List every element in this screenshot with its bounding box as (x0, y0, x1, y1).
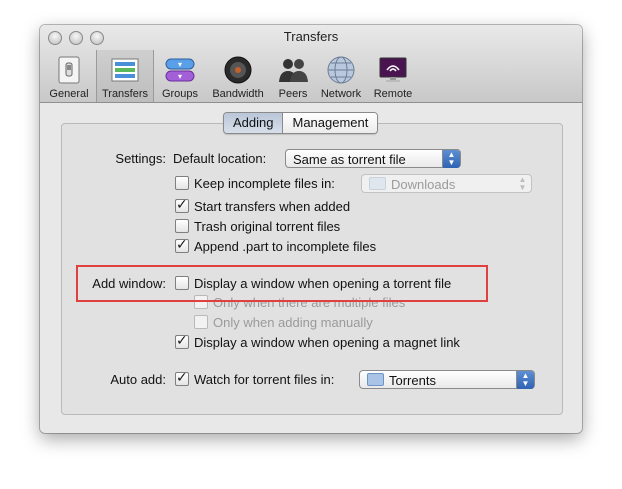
remote-monitor-icon (379, 57, 407, 82)
watch-row[interactable]: Watch for torrent files in: (175, 369, 334, 388)
toolbar-item-groups[interactable]: ▾ ▾ Groups (156, 50, 204, 102)
watch-checkbox[interactable] (175, 369, 189, 386)
tab-control: Adding Management (223, 112, 379, 134)
append-part-checkbox[interactable] (175, 236, 189, 253)
bandwidth-speaker-icon (224, 56, 252, 84)
append-part-row[interactable]: Append .part to incomplete files (175, 236, 376, 255)
settings-label: Settings: (115, 151, 166, 166)
trash-original-row[interactable]: Trash original torrent files (175, 219, 340, 235)
toolbar-item-network[interactable]: Network (316, 50, 366, 102)
only-manual-checkbox (194, 315, 208, 329)
keep-incomplete-checkbox[interactable] (175, 176, 189, 190)
preferences-window: Transfers General Transfers ▾ ▾ Groups B… (40, 25, 582, 433)
trash-original-checkbox[interactable] (175, 219, 189, 233)
groups-pills-icon: ▾ ▾ (165, 58, 195, 82)
keep-incomplete-row[interactable]: Keep incomplete files in: (175, 176, 335, 192)
start-transfers-checkbox[interactable] (175, 196, 189, 213)
window-title: Transfers (283, 29, 339, 44)
toolbar-item-bandwidth[interactable]: Bandwidth (206, 50, 270, 102)
popup-arrows-icon: ▲ ▼ (518, 175, 527, 192)
svg-text:▾: ▾ (178, 60, 182, 69)
general-switch-icon (58, 56, 80, 84)
popup-arrows-icon: ▲ ▼ (516, 371, 534, 389)
only-manual-row: Only when adding manually (194, 315, 373, 331)
popup-arrows-icon: ▲ ▼ (442, 150, 460, 168)
toolbar-item-general[interactable]: General (46, 50, 92, 102)
network-globe-icon (327, 56, 355, 84)
watch-folder-popup[interactable]: Torrents ▲ ▼ (359, 370, 535, 389)
magnet-row[interactable]: Display a window when opening a magnet l… (175, 332, 460, 351)
title-bar: Transfers General Transfers ▾ ▾ Groups B… (40, 25, 582, 103)
folder-icon (369, 177, 386, 190)
magnet-checkbox[interactable] (175, 332, 189, 349)
svg-text:▾: ▾ (178, 72, 182, 81)
start-transfers-row[interactable]: Start transfers when added (175, 196, 350, 215)
auto-add-label: Auto add: (110, 372, 166, 387)
folder-icon (367, 373, 384, 386)
peers-people-icon (279, 59, 308, 82)
incomplete-folder-popup: Downloads ▲ ▼ (361, 174, 532, 193)
toolbar-item-peers[interactable]: Peers (271, 50, 315, 102)
transfers-list-icon (111, 58, 139, 82)
tab-adding[interactable]: Adding (224, 113, 284, 133)
default-location-popup[interactable]: Same as torrent file ▲ ▼ (285, 149, 461, 168)
tab-management[interactable]: Management (283, 113, 378, 133)
default-location-label: Default location: (173, 151, 267, 166)
toolbar-item-transfers[interactable]: Transfers (96, 50, 154, 102)
toolbar-item-remote[interactable]: Remote (370, 50, 416, 102)
highlight-box (76, 265, 488, 302)
